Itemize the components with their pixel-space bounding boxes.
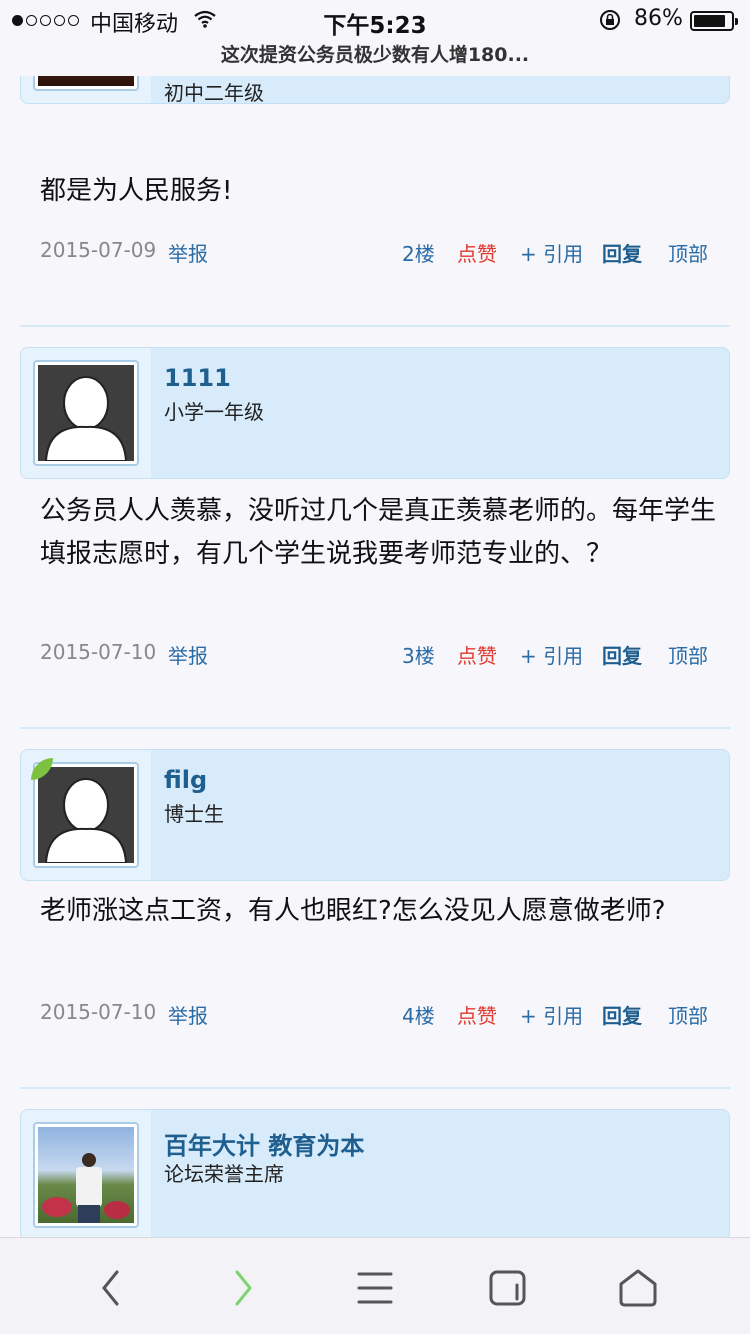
- user-rank: 初中二年级: [164, 81, 264, 104]
- rotation-lock-icon: [598, 8, 622, 38]
- post-actions: 2015-07-10 举报 4楼 点赞 + 引用 回复 顶部: [40, 1000, 710, 1030]
- post-content: 公务员人人羡慕，没听过几个是真正羡慕老师的。每年学生填报志愿时，有几个学生说我要…: [40, 496, 717, 569]
- reply-button[interactable]: 回复: [602, 640, 642, 669]
- post-divider: [20, 1087, 730, 1089]
- quote-button[interactable]: + 引用: [520, 238, 583, 267]
- back-to-top-link[interactable]: 顶部: [668, 640, 708, 669]
- post-content: 老师涨这点工资，有人也眼红?怎么没见人愿意做老师?: [40, 896, 666, 926]
- user-rank: 小学一年级: [164, 400, 264, 424]
- quote-button[interactable]: + 引用: [520, 640, 583, 669]
- post-actions: 2015-07-10 举报 3楼 点赞 + 引用 回复 顶部: [40, 640, 710, 670]
- like-button[interactable]: 点赞: [457, 640, 497, 669]
- default-avatar-icon[interactable]: [33, 762, 139, 868]
- user-name[interactable]: 百年大计 教育为本: [164, 1126, 364, 1161]
- tabs-icon[interactable]: [478, 1266, 538, 1310]
- forward-icon[interactable]: [214, 1266, 274, 1310]
- report-link[interactable]: 举报: [168, 1000, 208, 1029]
- post-divider: [20, 727, 730, 729]
- status-bar: 中国移动 下午5:23 86% 这次提资公务员极少数有人增180...: [0, 0, 750, 76]
- battery-icon: [690, 11, 738, 31]
- home-icon[interactable]: [608, 1266, 668, 1310]
- post-divider: [20, 325, 730, 327]
- battery-percentage: 86%: [634, 6, 683, 31]
- floor-number[interactable]: 4楼: [402, 1000, 435, 1029]
- menu-icon[interactable]: [345, 1266, 405, 1310]
- user-name[interactable]: filg: [164, 766, 207, 794]
- back-icon[interactable]: [80, 1266, 140, 1310]
- back-to-top-link[interactable]: 顶部: [668, 238, 708, 267]
- post-date: 2015-07-10: [40, 640, 157, 664]
- quote-button[interactable]: + 引用: [520, 1000, 583, 1029]
- floor-number[interactable]: 3楼: [402, 640, 435, 669]
- user-rank: 论坛荣誉主席: [164, 1162, 284, 1186]
- user-rank: 博士生: [164, 802, 224, 826]
- user-card[interactable]: filg 博士生: [20, 749, 730, 881]
- user-card[interactable]: 1111 小学一年级: [20, 347, 730, 479]
- post-date: 2015-07-09: [40, 238, 157, 262]
- browser-toolbar: [0, 1237, 750, 1334]
- like-button[interactable]: 点赞: [457, 238, 497, 267]
- post-content: 都是为人民服务!: [40, 176, 233, 206]
- back-to-top-link[interactable]: 顶部: [668, 1000, 708, 1029]
- post-date: 2015-07-10: [40, 1000, 157, 1024]
- user-card[interactable]: 百年大计 教育为本 论坛荣誉主席: [20, 1109, 730, 1241]
- like-button[interactable]: 点赞: [457, 1000, 497, 1029]
- reply-button[interactable]: 回复: [602, 1000, 642, 1029]
- user-avatar[interactable]: [33, 1122, 139, 1228]
- report-link[interactable]: 举报: [168, 640, 208, 669]
- report-link[interactable]: 举报: [168, 238, 208, 267]
- default-avatar-icon[interactable]: [33, 360, 139, 466]
- floor-number[interactable]: 2楼: [402, 238, 435, 267]
- reply-button[interactable]: 回复: [602, 238, 642, 267]
- post-actions: 2015-07-09 举报 2楼 点赞 + 引用 回复 顶部: [40, 238, 710, 268]
- user-name[interactable]: 1111: [164, 364, 231, 392]
- page-title: 这次提资公务员极少数有人增180...: [220, 44, 530, 66]
